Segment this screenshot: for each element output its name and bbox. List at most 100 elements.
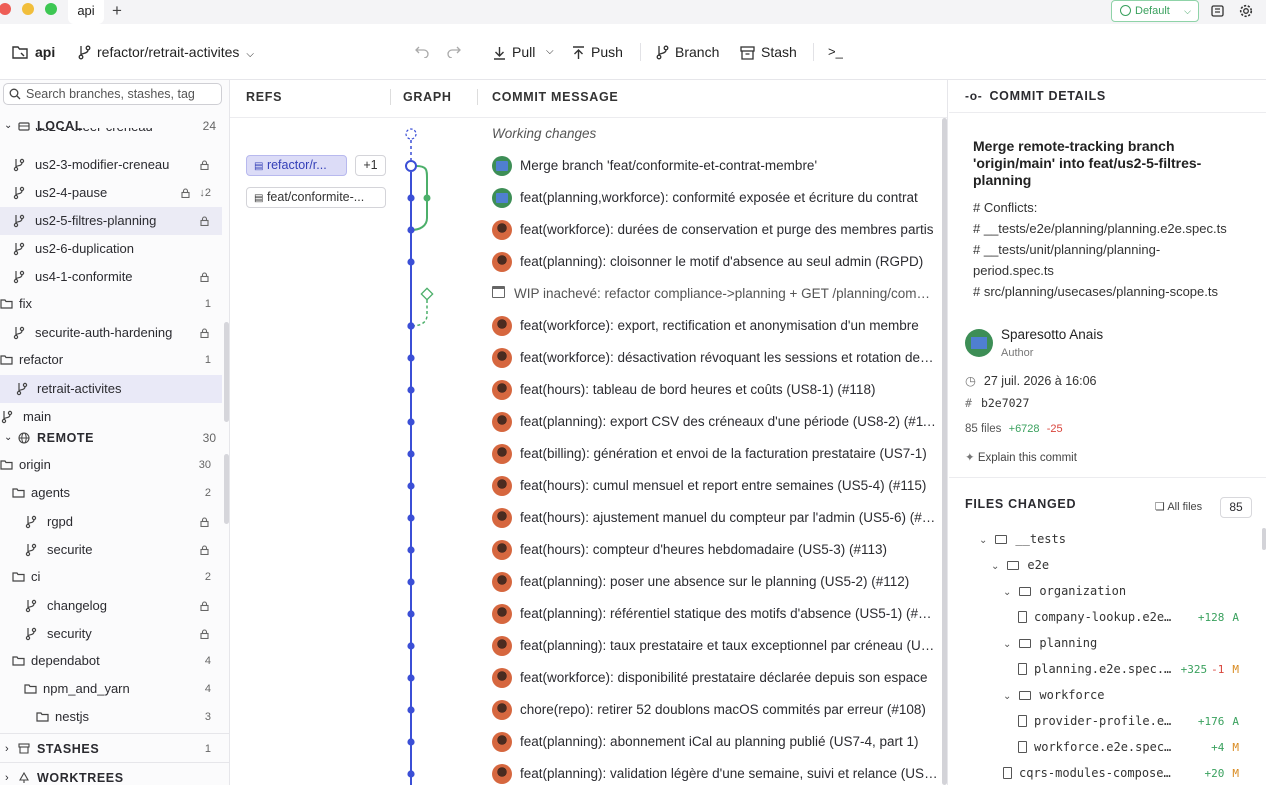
commit-row[interactable]: feat(planning): référentiel statique des… [520, 598, 938, 630]
undo-icon[interactable] [415, 44, 430, 58]
commit-dot [407, 642, 415, 650]
git-branch-icon [13, 270, 25, 284]
stash-row[interactable]: WIP inachevé: refactor compliance->plann… [514, 278, 932, 310]
search-input[interactable]: Search branches, stashes, tag [3, 83, 222, 105]
redo-icon[interactable] [446, 44, 461, 58]
commit-row[interactable]: feat(hours): compteur d'heures hebdomada… [520, 534, 938, 566]
close-window-button[interactable] [0, 3, 11, 15]
remote-scrollbar[interactable] [224, 454, 229, 524]
sidebar-folder-ci[interactable]: ci 2 [0, 563, 222, 591]
tab-api[interactable]: api [68, 0, 104, 24]
section-worktrees[interactable]: › WORKTREES [0, 764, 222, 785]
commit-row[interactable]: feat(hours): ajustement manuel du compte… [520, 502, 938, 534]
commit-row[interactable]: feat(workforce): désactivation révoquant… [520, 342, 938, 374]
tree-file[interactable]: cqrs-modules-compose.e2... +20 M [1003, 760, 1249, 785]
column-resizer[interactable] [477, 89, 478, 105]
terminal-button[interactable]: >_ [828, 24, 843, 80]
tree-folder[interactable]: ⌄ __tests [979, 526, 1249, 552]
column-header-refs[interactable]: REFS [246, 80, 282, 114]
commit-row[interactable]: feat(planning): validation légère d'une … [520, 758, 938, 785]
folder-icon [1019, 691, 1032, 700]
file-tree-scrollbar[interactable] [1262, 528, 1266, 550]
branch-button[interactable]: Branch [656, 24, 719, 80]
commit-row[interactable]: feat(planning): poser une absence sur le… [520, 566, 938, 598]
sidebar-item-branch-selected[interactable]: retrait-activites [0, 375, 222, 403]
sidebar-item-remote-branch[interactable]: changelog [0, 592, 222, 620]
commit-row[interactable]: feat(planning): cloisonner le motif d'ab… [520, 246, 938, 278]
sidebar-item-remote-branch[interactable]: rgpd [0, 508, 222, 536]
sidebar-folder-refactor[interactable]: refactor 1 [0, 346, 222, 374]
commit-row[interactable]: feat(hours): tableau de bord heures et c… [520, 374, 938, 406]
sidebar-scrollbar[interactable] [224, 322, 229, 422]
sidebar-folder-npm-and-yarn[interactable]: npm_and_yarn 4 [0, 675, 222, 703]
sidebar-item-branch[interactable]: us2-3-modifier-creneau [0, 151, 222, 179]
pull-options-dropdown[interactable]: ⌵ [546, 24, 554, 80]
sidebar-item-branch[interactable]: us4-1-conformite [0, 263, 222, 291]
pull-button[interactable]: Pull [493, 24, 535, 80]
folder-count: 3 [204, 711, 211, 723]
column-header-message[interactable]: COMMIT MESSAGE [492, 80, 618, 114]
tree-folder[interactable]: ⌄ workforce [1003, 682, 1249, 708]
maximize-window-button[interactable] [45, 3, 57, 15]
commit-row[interactable]: feat(planning): abonnement iCal au plann… [520, 726, 938, 758]
commit-hash[interactable]: # b2e7027 [965, 396, 1029, 410]
gear-icon[interactable] [1238, 3, 1254, 19]
section-stashes[interactable]: › STASHES 1 [0, 735, 222, 763]
explain-commit-button[interactable]: ✦ Explain this commit [965, 450, 1077, 464]
commit-row[interactable]: feat(planning): export CSV des créneaux … [520, 406, 938, 438]
sidebar-item-remote-branch[interactable]: security [0, 620, 222, 648]
sidebar-item-branch[interactable]: us2-4-pause ↓2 [0, 179, 222, 207]
column-header-graph[interactable]: GRAPH [403, 80, 452, 114]
sidebar-remote-origin[interactable]: origin 30 [0, 451, 222, 479]
tree-file[interactable]: provider-profile.e2e... +176 A [1015, 708, 1249, 734]
push-button[interactable]: Push [572, 24, 623, 80]
repo-selector[interactable]: api [12, 24, 55, 80]
tree-folder[interactable]: ⌄ planning [1003, 630, 1249, 656]
commit-row[interactable]: feat(billing): génération et envoi de la… [520, 438, 938, 470]
sidebar-item-branch[interactable]: us2-6-duplication [0, 235, 222, 263]
tree-file[interactable]: planning.e2e.spec... +325 -1 M [1015, 656, 1249, 682]
archive-icon [740, 46, 755, 60]
file-additions: +176 [1197, 715, 1225, 728]
sidebar-folder-fix[interactable]: fix 1 [0, 290, 222, 318]
ref-more-chip[interactable]: +1 [355, 155, 386, 176]
commit-row[interactable]: feat(workforce): disponibilité prestatai… [520, 662, 938, 694]
commit-row[interactable]: Merge branch 'feat/conformite-et-contrat… [520, 150, 938, 182]
tree-file[interactable]: workforce.e2e.spec.ts +4 M [1015, 734, 1249, 760]
theme-select[interactable]: Default ⌵ [1111, 0, 1199, 22]
ref-chip-current[interactable]: ▤ refactor/r... [246, 155, 347, 176]
sidebar-item-partial[interactable]: us2-2-creer-creneau [0, 128, 222, 142]
sidebar-item-branch[interactable]: securite-auth-hardening [0, 319, 222, 347]
commit-list-scrollbar[interactable] [942, 118, 947, 785]
folder-icon [1007, 561, 1020, 570]
working-changes-row[interactable]: Working changes [492, 118, 932, 150]
all-files-toggle[interactable]: ❏ All files [1155, 500, 1202, 513]
column-resizer[interactable] [390, 89, 391, 105]
tree-folder[interactable]: ⌄ e2e [991, 552, 1249, 578]
commit-row[interactable]: feat(hours): cumul mensuel et report ent… [520, 470, 938, 502]
stash-button[interactable]: Stash [740, 24, 797, 80]
commit-row[interactable]: chore(repo): retirer 52 doublons macOS c… [520, 694, 938, 726]
tree-folder[interactable]: ⌄ organization [1003, 578, 1249, 604]
branch-label: changelog [47, 598, 107, 613]
ref-chip[interactable]: ▤ feat/conformite-... [246, 187, 386, 208]
sidebar-folder-agents[interactable]: agents 2 [0, 479, 222, 507]
commit-row[interactable]: feat(workforce): durées de conservation … [520, 214, 938, 246]
tree-file[interactable]: company-lookup.e2e.s... +128 A [1015, 604, 1249, 630]
commit-row[interactable]: feat(workforce): export, rectification e… [520, 310, 938, 342]
new-tab-button[interactable]: + [112, 2, 122, 20]
commit-row[interactable]: feat(planning,workforce): conformité exp… [520, 182, 938, 214]
all-files-label: All files [1167, 501, 1203, 513]
sidebar-folder-nestjs[interactable]: nestjs 3 [0, 703, 222, 731]
section-remote[interactable]: ⌄ REMOTE 30 [0, 424, 222, 452]
branch-selector[interactable]: refactor/retrait-activites ⌵ [78, 24, 254, 80]
sidebar-item-branch-checked-out[interactable]: us2-5-filtres-planning [0, 207, 222, 235]
commit-graph-panel: REFS GRAPH COMMIT MESSAGE ▤ refactor/r..… [230, 80, 948, 785]
commit-row[interactable]: feat(planning): taux prestataire et taux… [520, 630, 938, 662]
sidebar-folder-dependabot[interactable]: dependabot 4 [0, 647, 222, 675]
copy-icon: ❏ [1155, 501, 1165, 513]
layout-icon[interactable] [1210, 3, 1226, 19]
sidebar-item-remote-branch[interactable]: securite [0, 536, 222, 564]
minimize-window-button[interactable] [22, 3, 34, 15]
divider [0, 762, 229, 763]
